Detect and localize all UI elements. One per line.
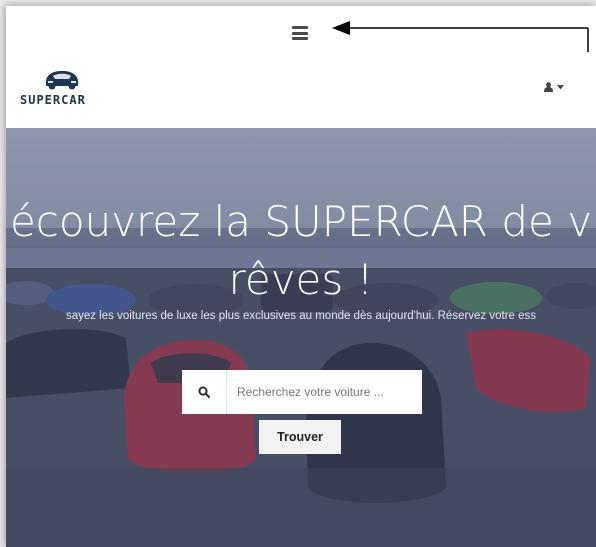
search-input[interactable] bbox=[227, 372, 422, 412]
user-menu-button[interactable] bbox=[544, 82, 564, 92]
search-icon bbox=[198, 386, 210, 398]
hero-title: écouvrez la SUPERCAR de v rêves ! bbox=[6, 193, 596, 309]
user-icon bbox=[544, 82, 553, 92]
site-logo[interactable]: SUPERCAR bbox=[20, 66, 100, 108]
find-button[interactable]: Trouver bbox=[259, 420, 341, 454]
hero-background-image bbox=[6, 128, 596, 547]
car-logo-icon bbox=[46, 71, 78, 90]
hamburger-icon-bar bbox=[292, 37, 308, 40]
hero-title-line-2: rêves ! bbox=[228, 255, 374, 304]
hero-banner: écouvrez la SUPERCAR de v rêves ! sayez … bbox=[6, 128, 596, 547]
search-bar bbox=[182, 370, 422, 414]
annotation-arrow bbox=[332, 21, 589, 52]
caret-down-icon bbox=[557, 84, 564, 89]
logo-text: SUPERCAR bbox=[20, 93, 86, 107]
hamburger-menu-button[interactable] bbox=[292, 26, 308, 40]
hamburger-icon-bar bbox=[292, 31, 308, 35]
page-frame: SUPERCAR écouvrez la SUPERCAR de v rêves… bbox=[6, 6, 596, 547]
hero-subtitle: sayez les voitures de luxe les plus excl… bbox=[65, 310, 537, 322]
hamburger-icon-bar bbox=[292, 26, 308, 29]
hero-title-line-1: écouvrez la SUPERCAR de v bbox=[9, 197, 593, 246]
search-icon-wrapper bbox=[182, 370, 227, 414]
